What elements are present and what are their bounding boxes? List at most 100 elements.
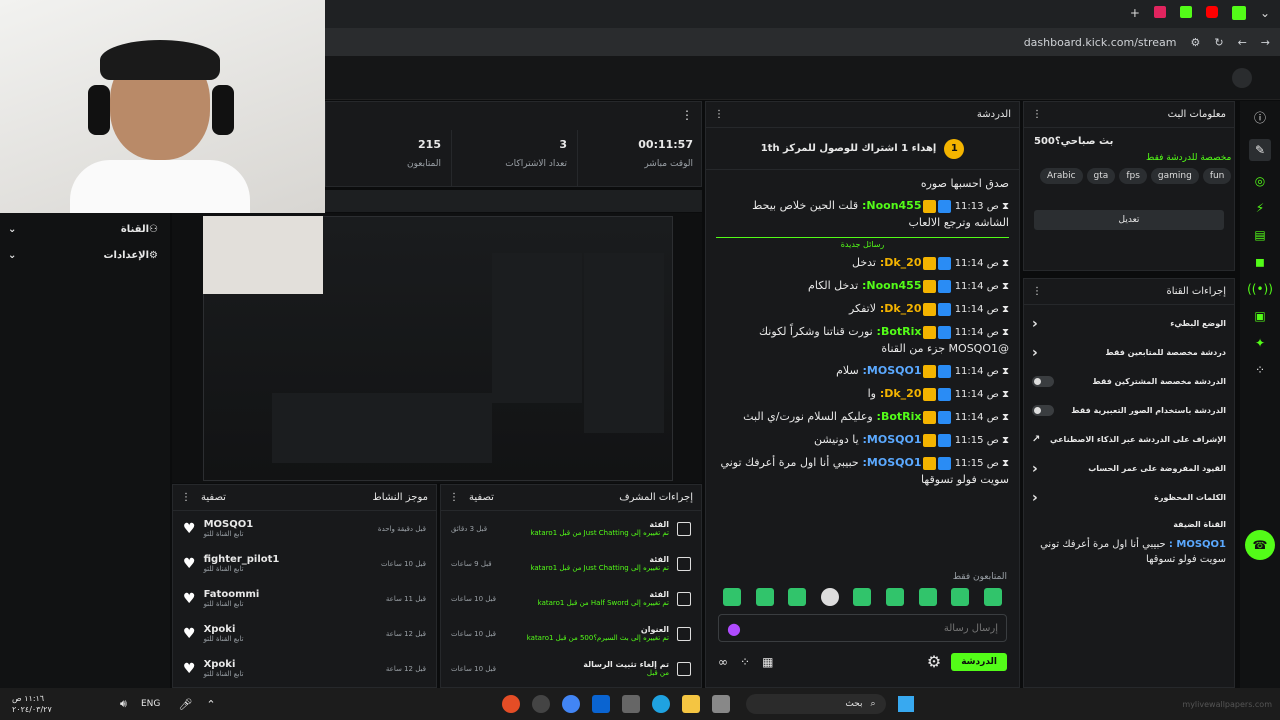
infinity-icon[interactable]: ∞ [718,655,728,669]
emote-icon[interactable] [886,588,904,606]
chevron-left-icon[interactable]: › [1032,345,1038,361]
chat-message[interactable]: صدق احسبها صوره [716,176,1009,192]
more-icon[interactable]: ⋮ [1032,286,1042,297]
channel-action-item[interactable]: الوضع البطيء › [1032,309,1226,338]
emote-icon[interactable] [951,588,970,606]
chevron-left-icon[interactable]: › [1032,316,1038,332]
toggle-switch[interactable] [1032,405,1054,416]
emote-icon[interactable] [983,588,1002,606]
chat-message[interactable]: ⧗ ص 11:15 MOSQO1: حبيبي أنا اول مرة أعرف… [716,455,1009,488]
chrome-icon[interactable] [561,695,580,713]
volume-icon[interactable]: 🔊︎ [120,697,127,711]
channel-action-item[interactable]: الكلمات المحظورة › [1032,483,1226,512]
more-icon[interactable]: ⋮ [714,109,724,120]
taskbar-search[interactable]: بحث ⌕ [745,694,886,714]
windows-start-icon[interactable] [897,696,914,712]
app-icon[interactable] [711,695,730,713]
edit-button[interactable]: تعديل [1034,210,1224,230]
chevron-left-icon[interactable]: › [1032,490,1038,506]
lightning-icon[interactable]: ⚡ [1256,201,1264,215]
info-icon[interactable]: ⓘ [1254,109,1266,126]
chat-message[interactable]: ⧗ ص 11:14 MOSQO1: سلام [716,363,1009,380]
chat-input[interactable] [798,622,998,634]
chat-message[interactable]: ⧗ ص 11:14 Dk_20: لاتفكر [716,301,1009,318]
menu-item-settings[interactable]: ⚙ الإعدادات ⌄ [8,245,158,265]
chat-message[interactable]: ⧗ ص 11:14 Dk_20: تدخل [716,255,1009,272]
channel-action-item[interactable]: الإشراف على الدردشة عبر الذكاء الاصطناعي… [1032,425,1226,454]
activity-item[interactable]: ♥ Xpoki تابع القناة للتو قبل 12 ساعة [173,616,436,651]
activity-item[interactable]: ♥ Xpoki تابع القناة للتو قبل 12 ساعة [173,651,436,686]
chat-message[interactable]: ⧗ ص 11:14 BotRix: وعليكم السلام نورت/ي ا… [716,409,1009,426]
store-icon[interactable]: ▦ [762,655,773,669]
more-icon[interactable]: ⋮ [449,492,459,503]
language-indicator[interactable]: ENG [141,699,160,709]
folder-icon[interactable] [681,695,700,713]
wrench-icon[interactable]: ✦ [1255,336,1265,350]
reload-icon[interactable]: ↻ [1214,36,1223,49]
activity-item[interactable]: ♥ fighter_pilot1 تابع القناة للتو قبل 10 سا… [173,546,436,581]
channel-action-item[interactable]: الدردشة باستخدام الصور التعبيرية فقط [1032,396,1226,425]
chat-message[interactable]: ⧗ ص 11:14 BotRix: نورت قناتنا وشكراً لكو… [716,324,1009,357]
chevron-down-icon[interactable]: ⌄ [1260,6,1270,20]
emote-icon[interactable] [820,588,839,606]
avatar[interactable] [1232,68,1252,88]
chat-message[interactable]: ⧗ ص 11:13 Noon455: قلت الحين خلاص بيحط ا… [716,198,1009,231]
activity-item[interactable]: ♥ MOSQO1 تابع القناة للتو قبل دقيقة واحدة [173,511,436,546]
tag-chip[interactable]: Arabic [1040,168,1083,184]
chevron-up-icon[interactable]: ⌃ [206,698,215,711]
pencil-icon[interactable]: ✎ [1248,139,1272,161]
emote-icon[interactable] [755,588,774,606]
chat-message[interactable]: ⧗ ص 11:15 MOSQO1: يا دونيشن [716,432,1009,449]
external-link-icon[interactable]: ↗ [1032,434,1040,445]
camera-icon[interactable]: ◎ [1255,174,1265,188]
chat-bubble-icon[interactable]: ◼ [1255,255,1265,269]
forward-icon[interactable]: → [1261,36,1270,49]
mod-action-item[interactable]: قبل 3 دقائق الفئة تم تغييره إلى Just Chatt… [441,511,701,546]
more-icon[interactable]: ⋮ [681,108,693,122]
kick-icon[interactable] [1231,6,1246,20]
stream-preview[interactable] [172,213,702,483]
mod-action-item[interactable]: قبل 9 ساعات الفئة تم تغييره إلى Just Chatt… [441,546,701,581]
chevron-left-icon[interactable]: › [1032,461,1038,477]
emote-icon[interactable] [788,588,807,606]
menu-item-channel[interactable]: ⚇ القناة ⌄ [8,219,158,239]
more-icon[interactable]: ⋮ [1032,109,1042,120]
more-icon[interactable]: ⋮ [181,492,191,503]
url-text[interactable]: dashboard.kick.com/stream [1024,36,1177,49]
edge-icon[interactable] [651,695,670,713]
emote-icon[interactable] [853,588,872,606]
outlook-icon[interactable] [591,695,610,713]
document-icon[interactable]: ▤ [1254,228,1265,242]
app-icon[interactable] [501,695,520,713]
chat-message[interactable]: ⧗ ص 11:14 Dk_20: وا [716,386,1009,403]
grid-icon[interactable]: ▣ [1254,309,1265,323]
settings-dots-icon[interactable]: ⁘ [740,655,750,669]
tray-clock[interactable]: ١١:١٦ ص ٢٠٢٤/٠٣/٢٧ [0,693,120,715]
toggle-switch[interactable] [1032,376,1054,387]
category-name[interactable]: مخصصة للدردشة فقط [1040,153,1231,163]
filter-button[interactable]: تصفية [469,492,494,503]
tag-chip[interactable]: fun [1202,168,1232,184]
tag-chip[interactable]: fps [1119,168,1147,184]
channel-action-item[interactable]: القيود المفروضة على عمر الحساب › [1032,454,1226,483]
send-chat-button[interactable]: الدردشة [951,652,1007,671]
filter-button[interactable]: تصفية [201,492,226,503]
youtube-icon[interactable] [1205,6,1218,18]
emote-icon[interactable] [723,588,742,606]
activity-item[interactable]: ♥ Fatoommi تابع القناة للتو قبل 11 ساعة [173,581,436,616]
back-icon[interactable]: ← [1238,36,1247,49]
help-icon[interactable]: ☎ [1245,530,1275,560]
tab-icon-green[interactable] [1179,6,1192,18]
store-icon[interactable] [621,695,640,713]
emote-icon[interactable] [918,588,937,606]
mod-action-item[interactable]: قبل 10 ساعات العنوان تم تغييره إلى بث السي… [441,616,701,651]
chat-goal[interactable]: 1 إهداء 1 اشتراك للوصول للمركز 1th [706,128,1019,170]
channel-action-item[interactable]: الدردشة مخصصة المشتركين فقط [1032,367,1226,396]
mic-tray-icon[interactable]: 🎤︎ [178,698,192,711]
dots-icon[interactable]: ⁘ [1255,363,1265,377]
tag-chip[interactable]: gta [1086,168,1116,184]
tag-chip[interactable]: gaming [1150,168,1199,184]
broadcast-icon[interactable]: ((•)) [1247,282,1273,296]
tab-icon-red[interactable] [1153,6,1166,18]
new-tab-icon[interactable]: + [1130,6,1140,20]
